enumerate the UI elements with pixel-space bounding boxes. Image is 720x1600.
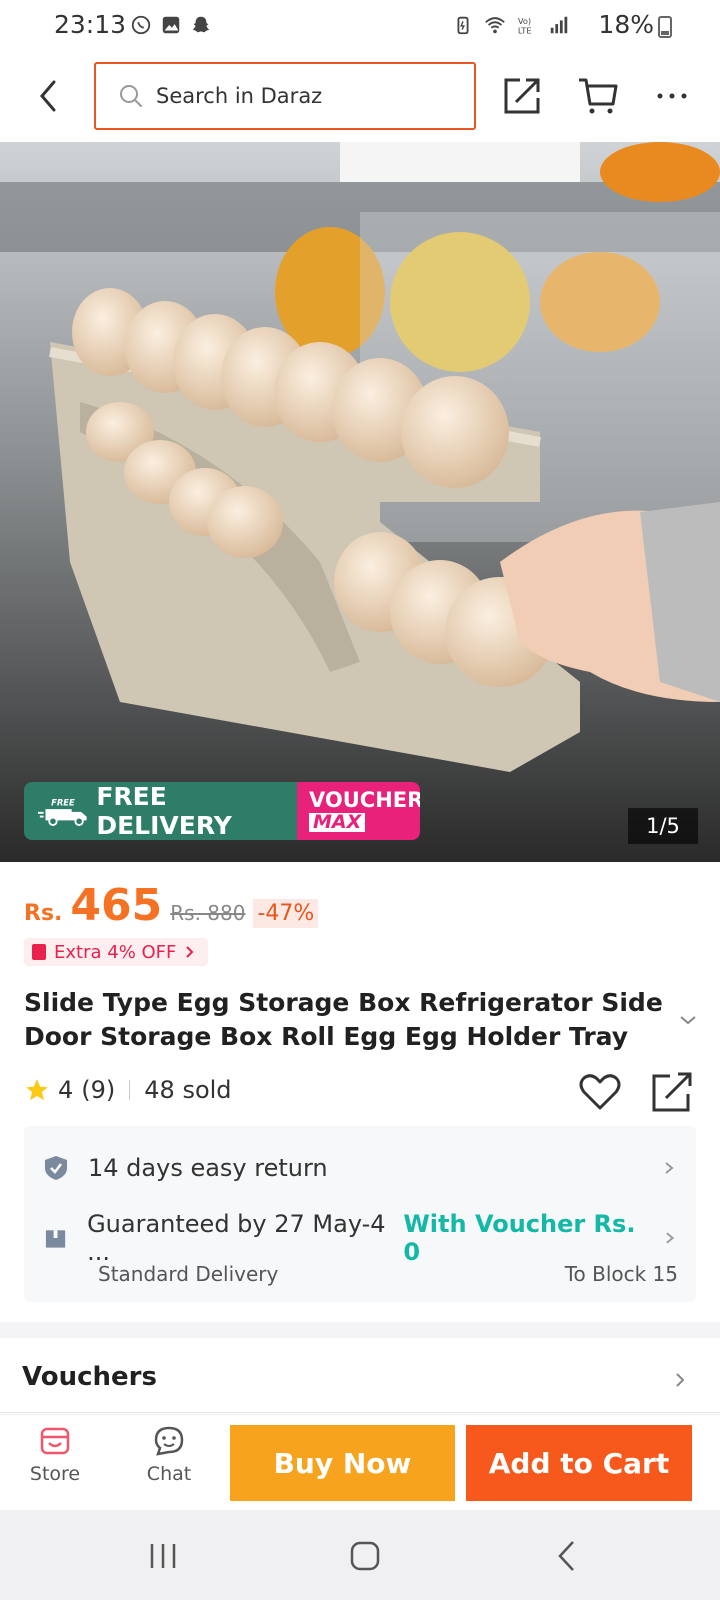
store-label: Store bbox=[29, 1463, 81, 1485]
more-horizontal-icon bbox=[657, 93, 687, 99]
rating-row[interactable]: 4 (9) 48 sold bbox=[24, 1076, 232, 1104]
returns-text: 14 days easy return bbox=[88, 1154, 328, 1182]
home-icon bbox=[350, 1541, 380, 1571]
product-image-carousel[interactable] bbox=[0, 142, 720, 862]
status-right-icons: Vo) LTE bbox=[452, 14, 570, 36]
delivery-type: Standard Delivery bbox=[98, 1262, 279, 1286]
chevron-right-icon bbox=[665, 1162, 674, 1174]
sold-count: 48 sold bbox=[144, 1076, 232, 1104]
cart-icon bbox=[579, 78, 618, 114]
share-product-button[interactable] bbox=[650, 1070, 694, 1114]
status-bar: 23:13 Vo) LTE 18% bbox=[0, 0, 720, 52]
free-delivery-badge: FREE FREE DELIVERY bbox=[24, 782, 297, 840]
back-button[interactable] bbox=[28, 72, 68, 120]
price-row: Rs. 465 Rs. 880 -47% bbox=[24, 880, 319, 931]
chat-button[interactable]: Chat bbox=[124, 1425, 214, 1505]
chevron-down-icon[interactable] bbox=[676, 1008, 700, 1032]
delivery-truck-icon: FREE bbox=[38, 797, 87, 826]
star-icon bbox=[26, 1079, 48, 1101]
back-arrow-icon bbox=[558, 1541, 574, 1571]
signal-icon bbox=[550, 16, 568, 34]
store-button[interactable]: Store bbox=[10, 1425, 100, 1505]
product-title: Slide Type Egg Storage Box Refrigerator … bbox=[24, 988, 663, 1051]
review-count: (9) bbox=[81, 1076, 116, 1104]
voucher-price-text: With Voucher Rs. 0 bbox=[403, 1210, 636, 1266]
voucher-text: VOUCHER bbox=[309, 788, 420, 812]
battery-percent: 18% bbox=[598, 10, 654, 39]
extra-off-tag[interactable]: Extra 4% OFF bbox=[24, 938, 209, 966]
image-counter: 1/5 bbox=[628, 808, 698, 844]
top-app-bar bbox=[0, 52, 720, 142]
guarantee-row[interactable]: Guaranteed by 27 May-4 ... With Voucher … bbox=[44, 1210, 676, 1266]
status-left-icons bbox=[130, 14, 212, 36]
heart-icon bbox=[579, 1074, 621, 1110]
tag-icon bbox=[32, 944, 46, 960]
chevron-right-icon bbox=[186, 946, 194, 958]
buy-now-button[interactable]: Buy Now bbox=[230, 1425, 455, 1501]
status-time: 23:13 bbox=[54, 10, 127, 39]
current-price: 465 bbox=[70, 880, 163, 931]
delivery-destination: To Block 15 bbox=[564, 1262, 678, 1286]
guarantee-text: Guaranteed by 27 May-4 ... bbox=[87, 1210, 386, 1266]
gallery-icon bbox=[162, 16, 180, 34]
more-button[interactable] bbox=[648, 72, 696, 120]
chevron-left-icon bbox=[40, 80, 56, 112]
chevron-right-icon[interactable] bbox=[670, 1370, 690, 1390]
add-to-cart-button[interactable]: Add to Cart bbox=[466, 1425, 692, 1501]
divider bbox=[0, 1412, 720, 1413]
snapchat-icon bbox=[192, 16, 210, 33]
promo-banner: FREE FREE DELIVERY VOUCHER MAX bbox=[24, 782, 420, 840]
recents-icon bbox=[150, 1544, 176, 1568]
section-divider bbox=[0, 1322, 720, 1338]
shield-check-icon bbox=[45, 1156, 67, 1180]
vouchers-section-title[interactable]: Vouchers bbox=[22, 1362, 157, 1392]
bottom-action-bar: Store Chat Buy Now Add to Cart bbox=[0, 1414, 720, 1510]
cart-button[interactable] bbox=[574, 72, 622, 120]
product-photo bbox=[0, 142, 720, 862]
battery-saver-icon bbox=[457, 16, 469, 35]
search-bar[interactable] bbox=[94, 62, 476, 130]
discount-badge: -47% bbox=[253, 899, 319, 928]
svg-text:LTE: LTE bbox=[518, 25, 532, 35]
home-button[interactable] bbox=[340, 1534, 390, 1578]
max-text: MAX bbox=[309, 813, 366, 832]
price-currency: Rs. bbox=[24, 901, 63, 926]
free-delivery-text: FREE DELIVERY bbox=[96, 782, 232, 840]
whatsapp-icon bbox=[131, 15, 151, 35]
volte-icon: Vo)LTE bbox=[518, 16, 532, 35]
extra-off-label: Extra 4% OFF bbox=[54, 941, 177, 963]
store-icon bbox=[40, 1427, 70, 1455]
wishlist-button[interactable] bbox=[578, 1070, 622, 1114]
chat-label: Chat bbox=[146, 1463, 192, 1485]
rating-value: 4 bbox=[58, 1076, 74, 1104]
search-input[interactable] bbox=[156, 84, 456, 108]
delivery-box-icon bbox=[45, 1230, 66, 1248]
share-icon bbox=[504, 78, 540, 114]
free-badge-text: FREE bbox=[51, 797, 75, 807]
chat-icon bbox=[154, 1426, 184, 1456]
voucher-max-badge: VOUCHER MAX bbox=[297, 782, 420, 840]
share-icon bbox=[652, 1072, 692, 1112]
share-button[interactable] bbox=[498, 72, 546, 120]
original-price: Rs. 880 bbox=[170, 901, 246, 925]
delivery-info-card: 14 days easy return Guaranteed by 27 May… bbox=[24, 1126, 696, 1302]
divider bbox=[129, 1080, 131, 1100]
chevron-right-icon bbox=[665, 1232, 674, 1244]
battery-icon bbox=[658, 16, 672, 38]
search-icon bbox=[120, 85, 142, 107]
wifi-icon bbox=[485, 17, 505, 34]
system-back-button[interactable] bbox=[542, 1534, 592, 1578]
recents-button[interactable] bbox=[138, 1534, 188, 1578]
returns-row[interactable]: 14 days easy return bbox=[44, 1148, 676, 1188]
system-navigation-bar bbox=[0, 1510, 720, 1600]
